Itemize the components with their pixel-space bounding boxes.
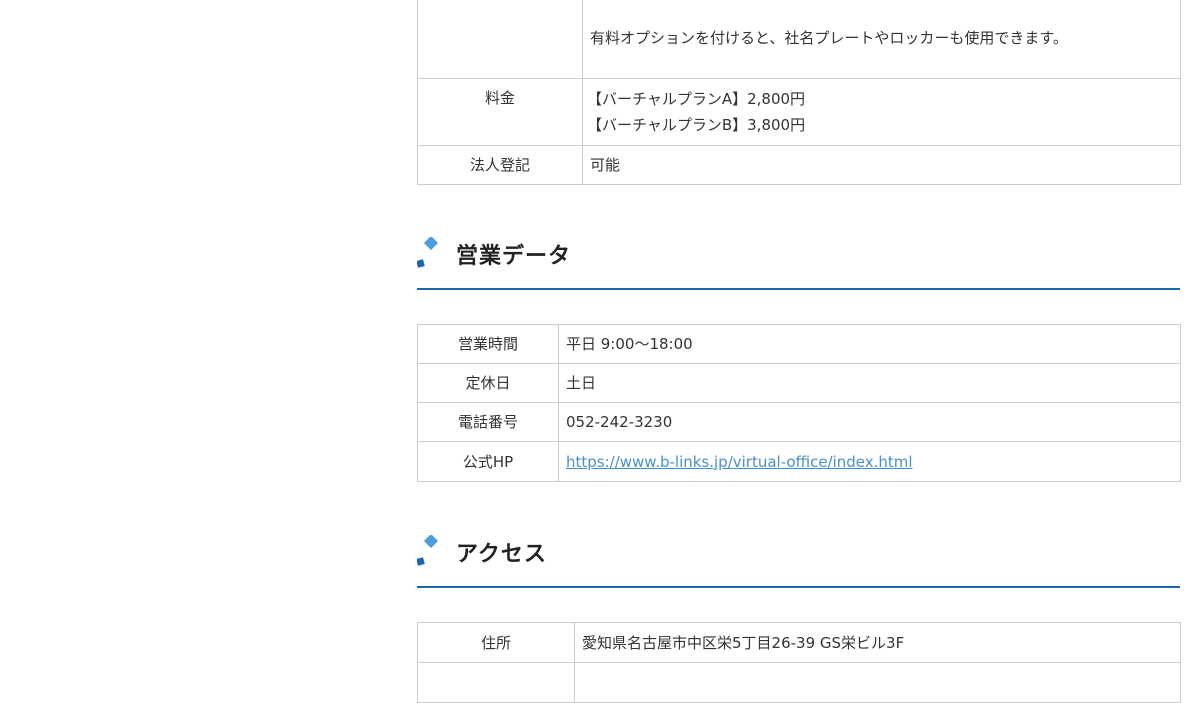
website-cell: https://www.b-links.jp/virtual-office/in… — [558, 441, 1181, 482]
table-row: 電話番号 052-242-3230 — [417, 402, 1181, 442]
phone-value: 052-242-3230 — [558, 402, 1181, 442]
access-heading: アクセス — [417, 535, 1180, 591]
hours-value: 平日 9:00～18:00 — [558, 324, 1181, 364]
closed-days-label: 定休日 — [417, 363, 559, 403]
table-row: 公式HP https://www.b-links.jp/virtual-offi… — [417, 441, 1181, 482]
table-row: 法人登記 可能 — [417, 145, 1181, 185]
plan-label — [417, 0, 583, 79]
table-row: 有料オプションを付けると、社名プレートやロッカーも使用できます。 — [417, 0, 1181, 79]
diamond-square-mark-icon — [417, 535, 439, 566]
price-values: 【バーチャルプランA】2,800円 【バーチャルプランB】3,800円 — [582, 78, 1181, 146]
diamond-square-mark-icon — [417, 237, 439, 268]
plan-option-text: 有料オプションを付けると、社名プレートやロッカーも使用できます。 — [590, 29, 1068, 47]
plan-table: 有料オプションを付けると、社名プレートやロッカーも使用できます。 料金 【バーチ… — [417, 0, 1181, 185]
access-table: 住所 愛知県名古屋市中区栄5丁目26-39 GS栄ビル3F — [417, 622, 1181, 703]
table-row: 定休日 土日 — [417, 363, 1181, 403]
price-plan-a: 【バーチャルプランA】2,800円 — [587, 90, 806, 108]
hours-label: 営業時間 — [417, 324, 559, 364]
website-link[interactable]: https://www.b-links.jp/virtual-office/in… — [566, 453, 913, 471]
table-row: 営業時間 平日 9:00～18:00 — [417, 324, 1181, 364]
closed-days-value: 土日 — [558, 363, 1181, 403]
plan-option-note: 有料オプションを付けると、社名プレートやロッカーも使用できます。 — [582, 0, 1181, 79]
access-row-label — [417, 662, 575, 703]
registration-value: 可能 — [582, 145, 1181, 185]
access-row-value — [574, 662, 1181, 703]
business-data-title: 営業データ — [456, 244, 572, 269]
phone-label: 電話番号 — [417, 402, 559, 442]
business-data-table: 営業時間 平日 9:00～18:00 定休日 土日 電話番号 052-242-3… — [417, 324, 1181, 482]
address-value: 愛知県名古屋市中区栄5丁目26-39 GS栄ビル3F — [574, 622, 1181, 663]
price-label: 料金 — [417, 78, 583, 146]
access-title: アクセス — [456, 542, 547, 567]
heading-underline — [417, 586, 1180, 588]
table-row — [417, 662, 1181, 703]
business-data-heading: 営業データ — [417, 237, 1180, 293]
website-label: 公式HP — [417, 441, 559, 482]
table-row: 料金 【バーチャルプランA】2,800円 【バーチャルプランB】3,800円 — [417, 78, 1181, 146]
table-row: 住所 愛知県名古屋市中区栄5丁目26-39 GS栄ビル3F — [417, 622, 1181, 663]
registration-label: 法人登記 — [417, 145, 583, 185]
price-plan-b: 【バーチャルプランB】3,800円 — [587, 116, 806, 134]
address-label: 住所 — [417, 622, 575, 663]
heading-underline — [417, 288, 1180, 290]
